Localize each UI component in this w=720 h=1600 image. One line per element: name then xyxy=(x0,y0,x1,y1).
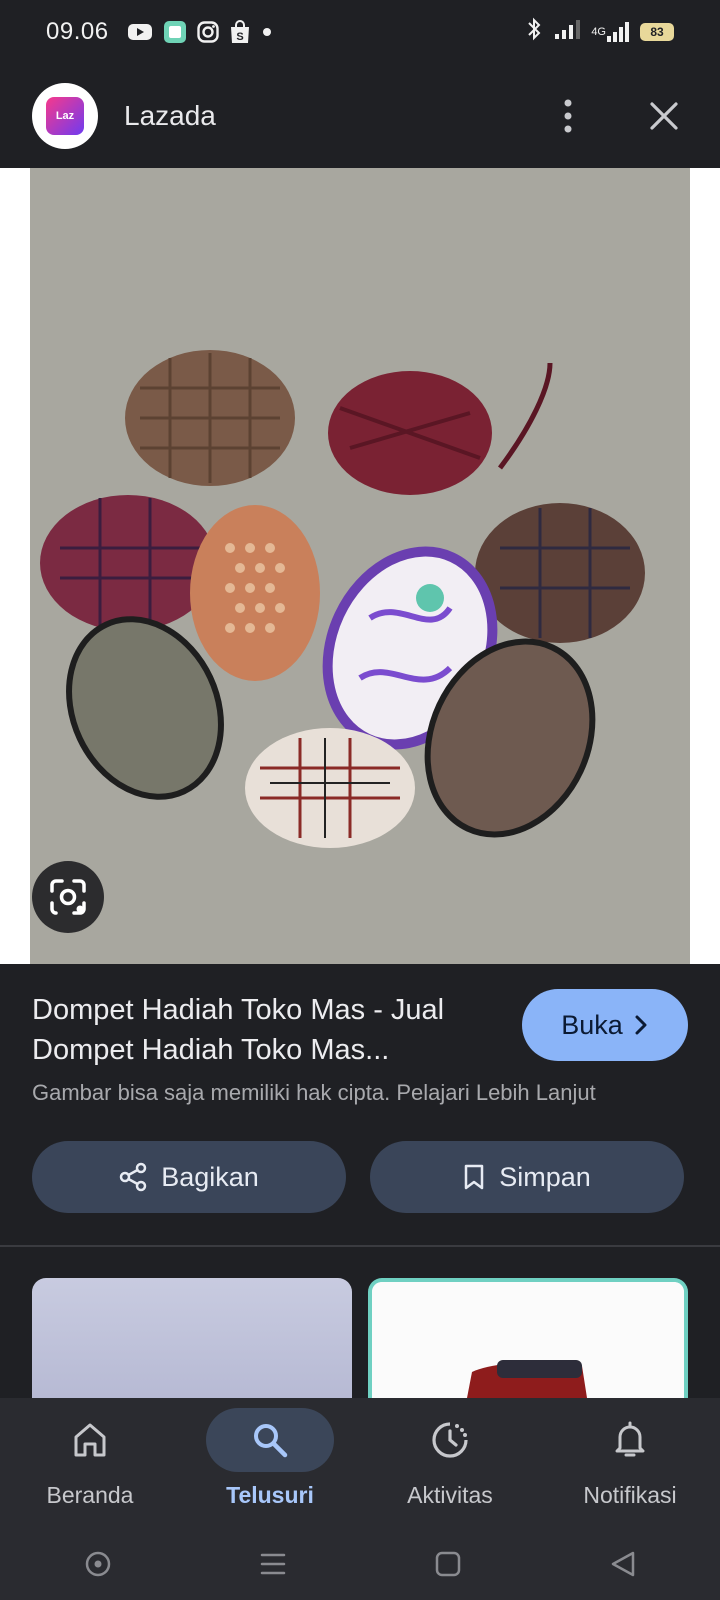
result-title-line-2: Dompet Hadiah Toko Mas... xyxy=(32,1034,390,1066)
recent-apps-button[interactable] xyxy=(243,1534,303,1594)
svg-text:S: S xyxy=(236,31,243,43)
menu-icon xyxy=(260,1553,285,1575)
nav-item-home[interactable]: Beranda xyxy=(0,1398,180,1528)
home-button[interactable] xyxy=(418,1534,478,1594)
back-button[interactable] xyxy=(593,1534,653,1594)
network-type-label: 4G xyxy=(591,26,606,38)
bluetooth-icon xyxy=(525,17,543,48)
assistant-button[interactable] xyxy=(68,1534,128,1594)
more-notifications-dot-icon xyxy=(261,26,273,38)
nav-label-search: Telusuri xyxy=(226,1482,314,1508)
back-triangle-icon xyxy=(611,1551,634,1577)
youtube-icon xyxy=(127,22,153,42)
chevron-right-icon xyxy=(635,1015,647,1035)
nav-item-notifications[interactable]: Notifikasi xyxy=(540,1398,720,1528)
product-image[interactable] xyxy=(30,168,690,964)
open-button-label: Buka xyxy=(561,1009,623,1040)
signal-4g-icon: 4G xyxy=(591,21,630,43)
nav-item-search[interactable]: Telusuri xyxy=(180,1398,360,1528)
more-options-button[interactable] xyxy=(544,92,592,140)
signal-icon xyxy=(553,18,581,47)
save-button-label: Simpan xyxy=(499,1161,591,1192)
share-button[interactable]: Bagikan xyxy=(32,1141,346,1213)
assistant-icon xyxy=(85,1551,110,1577)
nav-label-notifications: Notifikasi xyxy=(583,1482,677,1508)
close-icon xyxy=(650,102,678,130)
result-title[interactable]: Dompet Hadiah Toko Mas - Jual Dompet Had… xyxy=(32,990,502,1070)
related-image-card[interactable] xyxy=(368,1278,688,1398)
app-header: Laz Lazada xyxy=(0,64,720,168)
share-button-label: Bagikan xyxy=(161,1161,259,1192)
nav-label-home: Beranda xyxy=(46,1482,134,1508)
lazada-logo: Laz xyxy=(32,83,98,149)
bookmark-icon xyxy=(464,1164,484,1190)
more-vert-icon xyxy=(564,99,572,133)
lens-icon xyxy=(50,879,86,915)
activity-icon xyxy=(432,1422,468,1458)
google-lens-button[interactable] xyxy=(32,861,104,933)
status-bar: 09.06 S 4G 83 xyxy=(0,0,720,64)
search-icon xyxy=(254,1424,288,1458)
image-preview-area xyxy=(0,168,720,964)
square-home-icon xyxy=(435,1551,460,1577)
home-icon xyxy=(74,1423,106,1457)
related-image-card[interactable] xyxy=(32,1278,352,1398)
page-title: Lazada xyxy=(124,100,216,131)
open-button[interactable]: Buka xyxy=(522,989,688,1061)
nav-item-activity[interactable]: Aktivitas xyxy=(360,1398,540,1528)
section-divider xyxy=(0,1245,720,1247)
close-button[interactable] xyxy=(640,92,688,140)
bottom-navigation: Beranda Telusuri Aktivitas Notifikasi xyxy=(0,1398,720,1528)
lazada-logo-mark: Laz xyxy=(46,97,84,135)
status-time: 09.06 xyxy=(46,18,109,45)
copyright-notice[interactable]: Gambar bisa saja memiliki hak cipta. Pel… xyxy=(32,1080,596,1106)
nav-label-activity: Aktivitas xyxy=(407,1482,493,1508)
result-title-line-1: Dompet Hadiah Toko Mas - Jual xyxy=(32,994,445,1026)
bell-icon xyxy=(615,1421,645,1457)
share-icon xyxy=(119,1162,147,1192)
app-notification-icon xyxy=(163,20,187,44)
instagram-icon xyxy=(196,21,219,43)
save-button[interactable]: Simpan xyxy=(370,1141,684,1213)
shopping-bag-icon: S xyxy=(229,20,251,44)
system-navigation-bar xyxy=(0,1528,720,1600)
battery-icon: 83 xyxy=(640,23,674,41)
